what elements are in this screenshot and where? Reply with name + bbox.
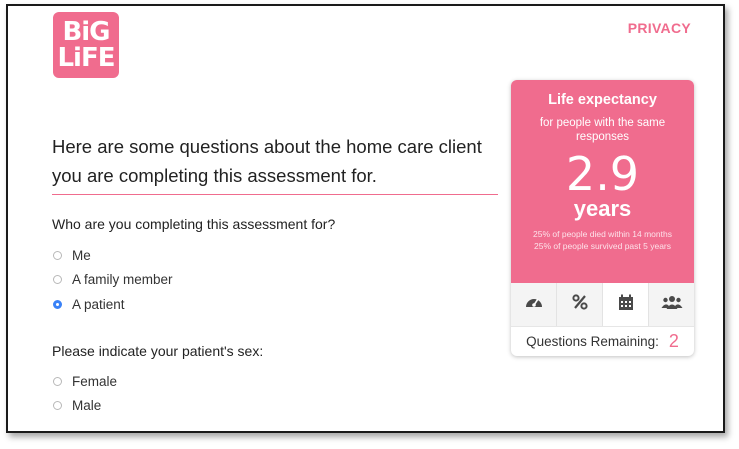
tab-percent[interactable]	[557, 283, 603, 326]
card-title: Life expectancy	[548, 92, 657, 108]
stat-survived: 25% of people survived past 5 years	[533, 241, 672, 251]
radio-patient[interactable]	[53, 300, 62, 309]
option-patient[interactable]: A patient	[53, 297, 125, 312]
questions-remaining-count: 2	[668, 331, 679, 351]
life-expectancy-unit: years	[573, 196, 632, 221]
option-male[interactable]: Male	[53, 398, 101, 413]
people-icon	[661, 294, 683, 315]
option-family-member[interactable]: A family member	[53, 272, 173, 287]
privacy-link[interactable]: PRIVACY	[628, 20, 691, 36]
calendar-icon	[618, 294, 634, 316]
card-subtitle: for people with the same responses	[539, 117, 666, 143]
question-sex-label: Please indicate your patient's sex:	[52, 343, 264, 359]
card-tabs	[511, 283, 694, 327]
option-me-label: Me	[72, 248, 91, 263]
questions-remaining-label: Questions Remaining:	[526, 334, 659, 349]
percent-icon	[571, 293, 589, 316]
radio-male[interactable]	[53, 401, 62, 410]
logo-line2: LiFE	[57, 43, 115, 73]
page-title: Here are some questions about the home c…	[52, 132, 498, 195]
tab-people[interactable]	[649, 283, 694, 326]
questions-remaining: Questions Remaining: 2	[511, 327, 694, 356]
biglife-logo[interactable]: BiG LiFE	[53, 12, 119, 78]
radio-female[interactable]	[53, 377, 62, 386]
life-expectancy-result: Life expectancy for people with the same…	[511, 80, 694, 283]
option-me[interactable]: Me	[53, 248, 91, 263]
tab-calendar[interactable]	[603, 283, 649, 326]
stat-died: 25% of people died within 14 months	[533, 229, 672, 239]
radio-me[interactable]	[53, 251, 62, 260]
logo-line1: BiG	[62, 17, 110, 47]
tab-gauge[interactable]	[511, 283, 557, 326]
option-female-label: Female	[72, 374, 118, 389]
gauge-icon	[524, 293, 544, 316]
option-female[interactable]: Female	[53, 374, 117, 389]
life-expectancy-value: 2.9	[565, 147, 640, 201]
app-window: BiG LiFE PRIVACY Here are some questions…	[6, 4, 725, 433]
radio-family-member[interactable]	[53, 275, 62, 284]
life-expectancy-card: Life expectancy for people with the same…	[511, 80, 694, 356]
option-male-label: Male	[72, 398, 102, 413]
option-patient-label: A patient	[72, 297, 125, 312]
question-who-label: Who are you completing this assessment f…	[52, 216, 336, 232]
option-family-member-label: A family member	[72, 272, 173, 287]
